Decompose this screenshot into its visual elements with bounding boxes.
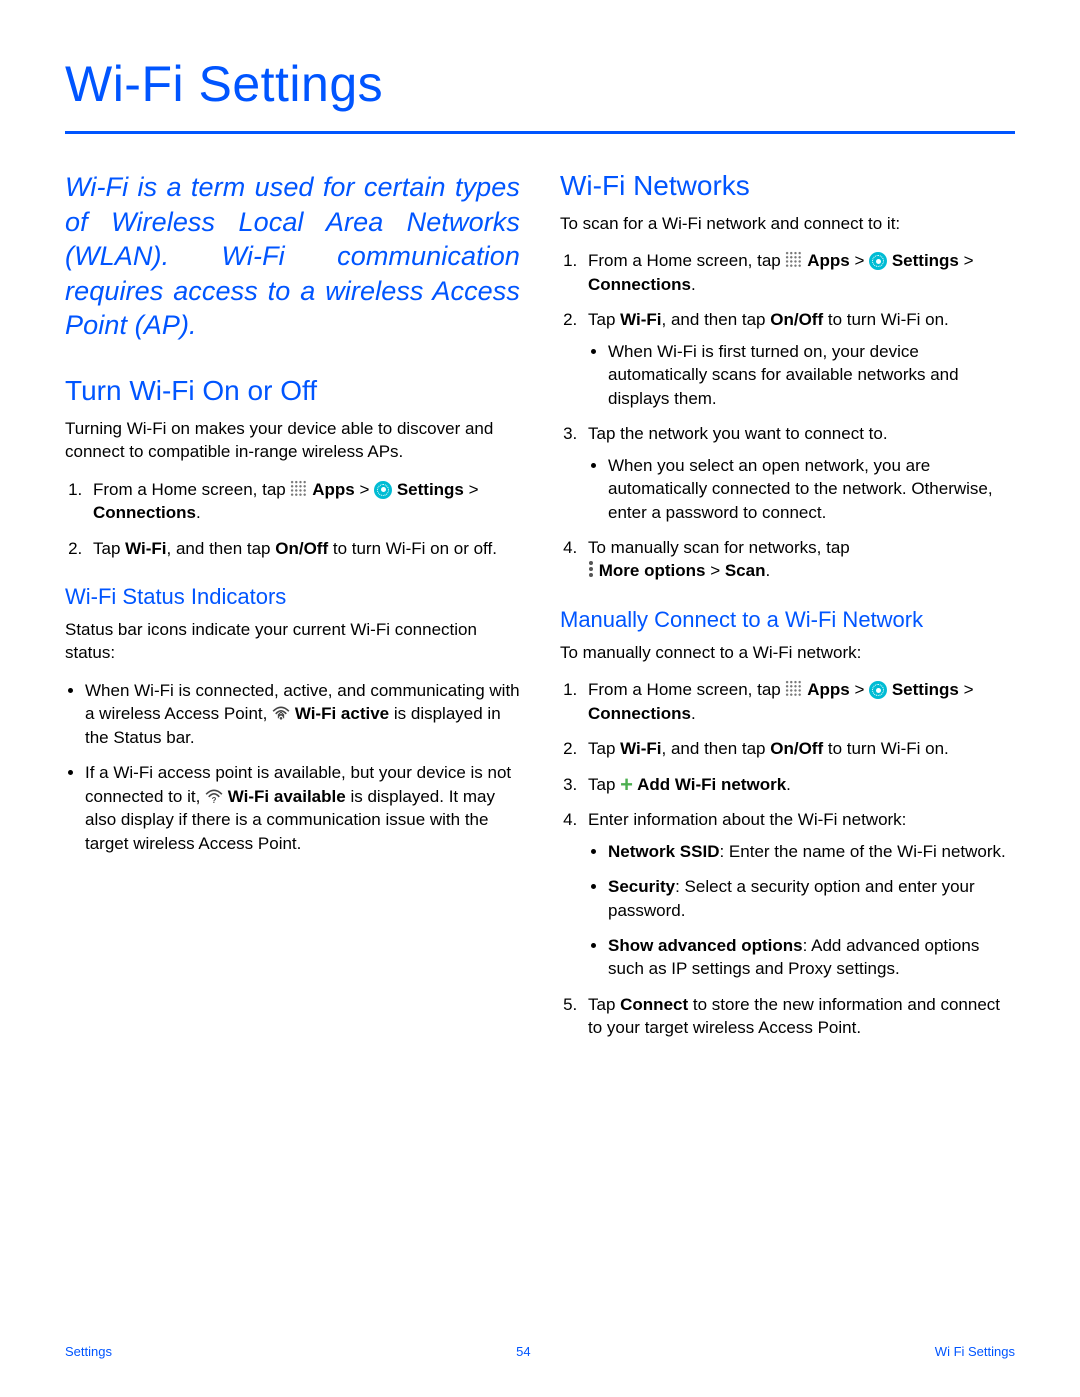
gear-icon: [869, 252, 887, 270]
list-item: Show advanced options: Add advanced opti…: [608, 934, 1015, 981]
status-description: Status bar icons indicate your current W…: [65, 618, 520, 665]
turn-wifi-description: Turning Wi-Fi on makes your device able …: [65, 417, 520, 464]
heading-manual-connect: Manually Connect to a Wi-Fi Network: [560, 607, 1015, 633]
wifi-active-icon: [272, 706, 290, 720]
page-footer: Settings 54 Wi Fi Settings: [65, 1344, 1015, 1359]
list-item: Tap Wi-Fi, and then tap On/Off to turn W…: [582, 308, 1015, 410]
list-item: From a Home screen, tap Apps > Settings …: [87, 478, 520, 525]
sub-bullets: When Wi-Fi is first turned on, your devi…: [588, 340, 1015, 410]
two-column-layout: Wi-Fi is a term used for certain types o…: [65, 170, 1015, 1052]
manual-steps: From a Home screen, tap Apps > Settings …: [560, 678, 1015, 1039]
list-item: Tap Wi-Fi, and then tap On/Off to turn W…: [87, 537, 520, 560]
apps-icon: [290, 480, 307, 497]
apps-icon: [785, 251, 802, 268]
heading-wifi-networks: Wi-Fi Networks: [560, 170, 1015, 202]
list-item: Enter information about the Wi-Fi networ…: [582, 808, 1015, 981]
page: Wi-Fi Settings Wi-Fi is a term used for …: [0, 0, 1080, 1397]
list-item: Tap Wi-Fi, and then tap On/Off to turn W…: [582, 737, 1015, 760]
turn-wifi-steps: From a Home screen, tap Apps > Settings …: [65, 478, 520, 560]
heading-turn-wifi: Turn Wi-Fi On or Off: [65, 375, 520, 407]
list-item: To manually scan for networks, tap More …: [582, 536, 1015, 583]
list-item: Tap the network you want to connect to. …: [582, 422, 1015, 524]
list-item: Tap + Add Wi-Fi network.: [582, 773, 1015, 796]
gear-icon: [869, 681, 887, 699]
list-item: From a Home screen, tap Apps > Settings …: [582, 249, 1015, 296]
footer-left: Settings: [65, 1344, 112, 1359]
list-item: Network SSID: Enter the name of the Wi-F…: [608, 840, 1015, 863]
list-item: Security: Select a security option and e…: [608, 875, 1015, 922]
more-options-icon: [588, 561, 594, 579]
apps-icon: [785, 680, 802, 697]
page-title: Wi-Fi Settings: [65, 55, 1015, 113]
list-item: Tap Connect to store the new information…: [582, 993, 1015, 1040]
list-item: From a Home screen, tap Apps > Settings …: [582, 678, 1015, 725]
list-item: When you select an open network, you are…: [608, 454, 1015, 524]
status-bullets: When Wi-Fi is connected, active, and com…: [65, 679, 520, 855]
sub-bullets: When you select an open network, you are…: [588, 454, 1015, 524]
left-column: Wi-Fi is a term used for certain types o…: [65, 170, 520, 1052]
list-item: When Wi-Fi is first turned on, your devi…: [608, 340, 1015, 410]
list-item: When Wi-Fi is connected, active, and com…: [85, 679, 520, 749]
scan-steps: From a Home screen, tap Apps > Settings …: [560, 249, 1015, 582]
network-fields: Network SSID: Enter the name of the Wi-F…: [588, 840, 1015, 981]
list-item: If a Wi-Fi access point is available, bu…: [85, 761, 520, 855]
footer-page-number: 54: [516, 1344, 530, 1359]
wifi-available-icon: ?: [205, 789, 223, 803]
scan-description: To scan for a Wi-Fi network and connect …: [560, 212, 1015, 235]
gear-icon: [374, 481, 392, 499]
manual-description: To manually connect to a Wi-Fi network:: [560, 641, 1015, 664]
intro-paragraph: Wi-Fi is a term used for certain types o…: [65, 170, 520, 343]
svg-text:?: ?: [212, 796, 217, 803]
right-column: Wi-Fi Networks To scan for a Wi-Fi netwo…: [560, 170, 1015, 1052]
title-rule: [65, 131, 1015, 134]
footer-right: Wi Fi Settings: [935, 1344, 1015, 1359]
heading-status-indicators: Wi-Fi Status Indicators: [65, 584, 520, 610]
